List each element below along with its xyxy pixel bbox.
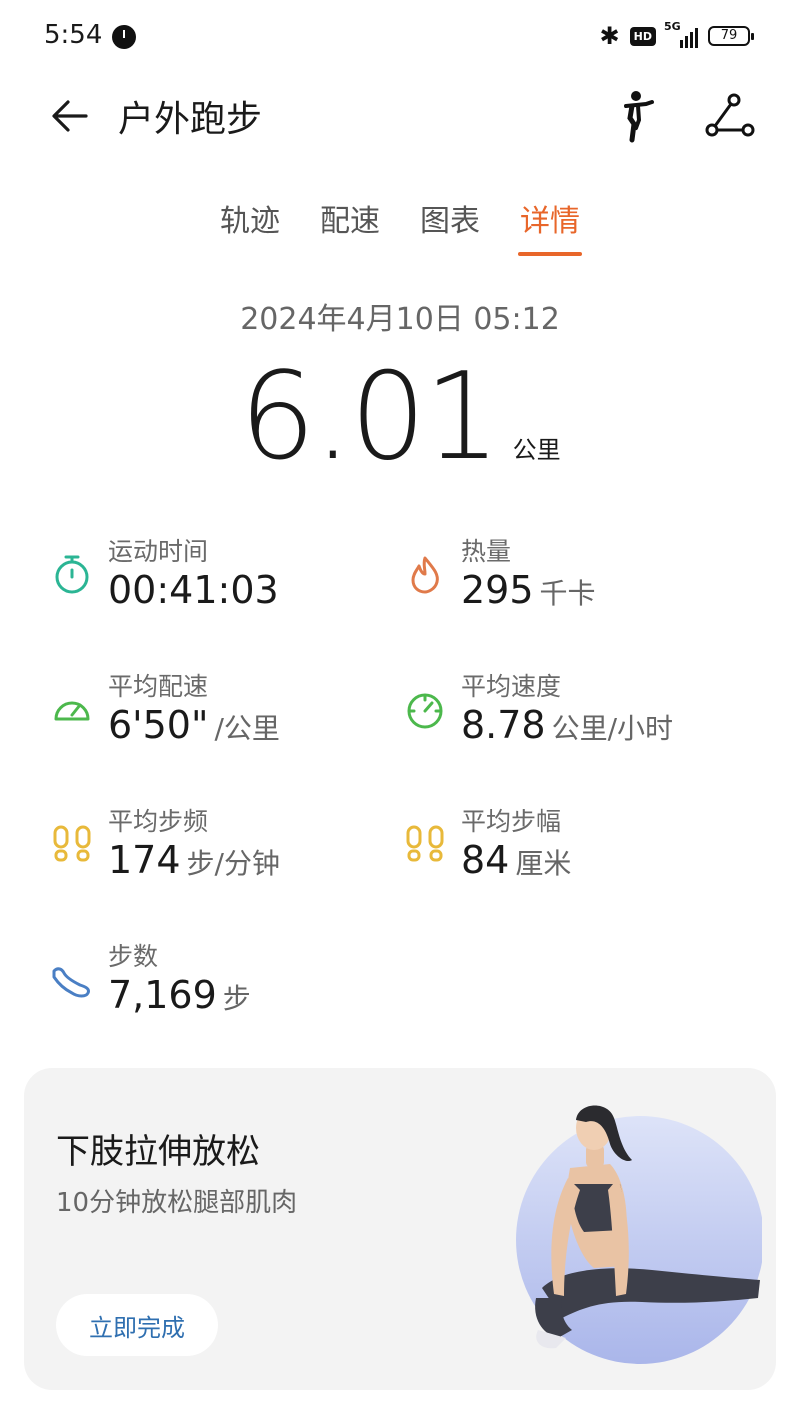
metric-unit: 厘米 <box>515 847 572 880</box>
distance-value: 6.01 <box>239 348 500 487</box>
gauge-icon <box>407 693 443 729</box>
metric-unit: 步/分钟 <box>186 847 280 880</box>
metric-label: 热量 <box>461 537 512 566</box>
metric-label: 平均步频 <box>108 807 209 836</box>
metric-avg-stride: 平均步幅 84 厘米 <box>403 802 743 892</box>
status-indicators: ✱ HD 5G 79 <box>599 20 754 50</box>
runner-pose-icon[interactable] <box>612 88 660 144</box>
metric-unit: 千卡 <box>539 577 596 610</box>
metric-avg-pace: 平均配速 6'50"/公里 <box>50 667 390 757</box>
flame-icon <box>411 556 439 594</box>
route-share-icon[interactable] <box>702 90 758 142</box>
metric-unit: 步 <box>222 982 251 1015</box>
distance-summary: 6.01 公里 <box>0 348 800 487</box>
status-bar: 5:54 ✱ HD 5G 79 <box>0 0 800 76</box>
tab-charts[interactable]: 图表 <box>420 196 480 256</box>
tab-bar: 轨迹 配速 图表 详情 <box>0 196 800 260</box>
speedometer-icon <box>54 701 90 721</box>
metric-value: 295 <box>461 568 534 612</box>
bluetooth-icon: ✱ <box>599 22 620 50</box>
workout-datetime: 2024年4月10日 05:12 <box>240 302 560 337</box>
metric-avg-speed: 平均速度 8.78 公里/小时 <box>403 667 773 757</box>
hd-badge: HD <box>629 26 656 46</box>
network-type: 5G <box>664 20 681 33</box>
metric-avg-cadence: 平均步频 174 步/分钟 <box>50 802 390 892</box>
tab-track[interactable]: 轨迹 <box>220 196 280 256</box>
metric-label: 平均步幅 <box>461 807 562 836</box>
stopwatch-icon <box>55 555 89 594</box>
complete-now-button[interactable]: 立即完成 <box>56 1294 218 1356</box>
metric-duration: 运动时间 00:41:03 <box>50 532 370 622</box>
tab-details[interactable]: 详情 <box>518 196 582 256</box>
metric-unit: 公里/小时 <box>551 712 674 745</box>
metric-steps: 步数 7,169 步 <box>50 937 390 1027</box>
metric-value: 8.78 <box>461 703 546 747</box>
clock-icon <box>112 25 136 49</box>
metric-label: 平均速度 <box>461 672 562 701</box>
metric-value: 7,169 <box>108 973 217 1017</box>
status-time: 5:54 <box>44 20 103 50</box>
metric-value: 84 <box>461 838 510 882</box>
metric-unit: /公里 <box>214 712 280 745</box>
signal-icon: 5G <box>664 20 698 48</box>
footprints-icon <box>406 825 444 862</box>
metric-label: 平均配速 <box>108 672 209 701</box>
card-title: 下肢拉伸放松 <box>56 1132 260 1172</box>
stretching-woman-illustration <box>516 1105 762 1364</box>
footprints-icon <box>53 825 91 862</box>
distance-unit: 公里 <box>512 436 561 464</box>
page-title: 户外跑步 <box>118 99 263 140</box>
app-header: 户外跑步 <box>0 76 800 156</box>
metric-value: 00:41:03 <box>108 568 279 612</box>
shoe-icon <box>52 967 90 998</box>
card-subtitle: 10分钟放松腿部肌肉 <box>56 1188 298 1218</box>
metric-value: 174 <box>108 838 181 882</box>
battery-icon: 79 <box>708 26 754 46</box>
stretch-recommendation-card[interactable]: 下肢拉伸放松 10分钟放松腿部肌肉 立即完成 <box>24 1068 776 1390</box>
tab-pace[interactable]: 配速 <box>320 196 380 256</box>
arrow-left-icon[interactable] <box>46 92 94 140</box>
metric-label: 运动时间 <box>108 537 209 566</box>
metric-calories: 热量 295 千卡 <box>403 532 743 622</box>
metric-value: 6'50" <box>108 703 209 747</box>
metric-label: 步数 <box>108 942 159 971</box>
